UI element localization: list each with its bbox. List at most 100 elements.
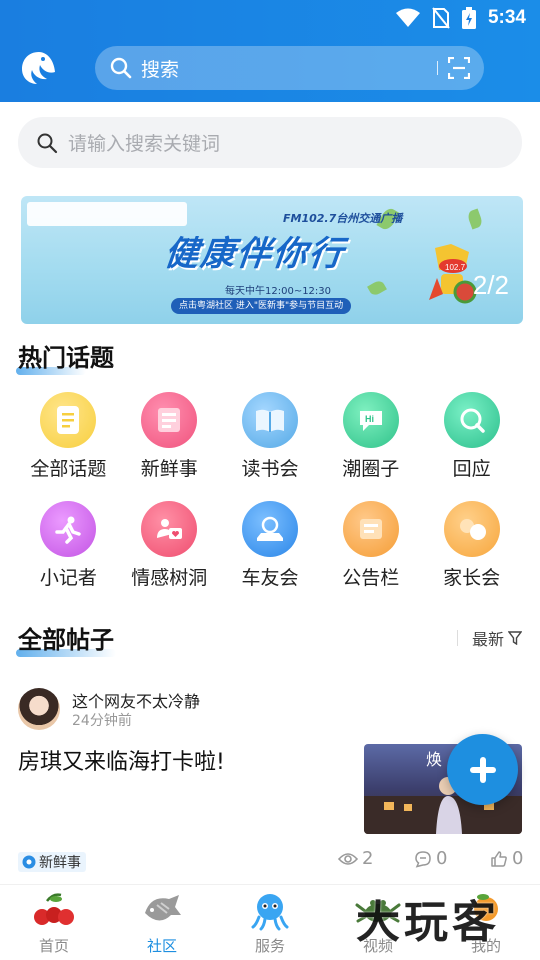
battery-charging-icon bbox=[461, 7, 476, 29]
banner-notice: 点击粤湖社区 进入"医新事"参与节目互动 bbox=[171, 298, 352, 314]
search-icon bbox=[110, 57, 132, 79]
post-tag[interactable]: 新鲜事 bbox=[18, 852, 86, 872]
nav-community[interactable]: 社区 bbox=[108, 885, 216, 960]
topic-parents[interactable]: 家长会 bbox=[421, 501, 522, 590]
topic-bubble bbox=[241, 392, 298, 448]
comments-stat[interactable]: 0 bbox=[414, 848, 447, 869]
topic-car-club[interactable]: 车友会 bbox=[220, 501, 321, 590]
views-count: 2 bbox=[362, 848, 374, 869]
divider bbox=[437, 61, 438, 75]
eye-icon bbox=[338, 852, 358, 865]
banner-frequency: FM102.7台州交通广播 bbox=[283, 212, 403, 225]
new-post-button[interactable] bbox=[447, 734, 518, 805]
family-icon bbox=[459, 519, 486, 540]
banner-schedule: 每天中午12:00~12:30 bbox=[225, 286, 332, 297]
mascot-icon: 102.7 bbox=[429, 244, 477, 304]
post-title[interactable]: 房琪又来临海打卡啦! bbox=[18, 744, 225, 776]
topic-trend-circle[interactable]: Hi 潮圈子 bbox=[320, 392, 421, 481]
announcement-icon bbox=[359, 519, 382, 539]
banner-slogan: 健康伴你行 bbox=[162, 234, 347, 274]
topic-news[interactable]: 新鲜事 bbox=[119, 392, 220, 481]
nav-home[interactable]: 首页 bbox=[0, 885, 108, 960]
topic-label: 家长会 bbox=[443, 567, 501, 589]
plus-icon bbox=[469, 756, 496, 783]
thumbs-up-icon bbox=[491, 850, 507, 867]
news-icon bbox=[158, 408, 181, 432]
topic-bubble bbox=[443, 501, 500, 557]
views-stat: 2 bbox=[338, 848, 373, 869]
topic-label: 潮圈子 bbox=[342, 458, 400, 480]
sponsor-logos bbox=[27, 202, 187, 226]
cherries-icon bbox=[34, 893, 74, 925]
svg-text:Hi: Hi bbox=[365, 414, 374, 424]
topic-bulletin[interactable]: 公告栏 bbox=[320, 501, 421, 590]
comment-icon bbox=[415, 850, 431, 868]
leaf-decoration bbox=[466, 208, 484, 230]
scan-icon[interactable] bbox=[448, 57, 470, 79]
no-sim-icon bbox=[432, 7, 450, 29]
banner-page-indicator: 2/2 bbox=[472, 270, 509, 300]
nav-label: 首页 bbox=[38, 937, 69, 955]
search-placeholder: 请输入搜索关键词 bbox=[68, 133, 221, 155]
heart-chat-icon bbox=[157, 519, 183, 539]
reply-icon bbox=[460, 408, 485, 433]
topic-tree-hole[interactable]: 情感树洞 bbox=[119, 501, 220, 590]
topic-label: 新鲜事 bbox=[140, 458, 198, 480]
hot-topics-title: 热门话题 bbox=[16, 338, 114, 375]
topic-bubble bbox=[241, 501, 298, 557]
clock: 5:34 bbox=[487, 7, 526, 28]
topics-grid: 全部话题 新鲜事 读书会 Hi 潮圈子 回应 小记者 情感树洞 车友会 公告栏 … bbox=[18, 392, 522, 590]
status-bar: 5:34 bbox=[395, 6, 526, 30]
topic-book-club[interactable]: 读书会 bbox=[220, 392, 321, 481]
topic-bubble bbox=[40, 501, 97, 557]
nav-label: 社区 bbox=[146, 937, 177, 955]
topic-all[interactable]: 全部话题 bbox=[18, 392, 119, 481]
fish-icon bbox=[145, 895, 181, 921]
post-time: 24分钟前 bbox=[72, 713, 132, 729]
nav-label: 服务 bbox=[254, 937, 285, 955]
likes-count: 0 bbox=[512, 848, 524, 869]
comments-count: 0 bbox=[436, 848, 448, 869]
avatar[interactable] bbox=[18, 688, 60, 730]
runner-icon bbox=[55, 516, 82, 544]
document-icon bbox=[57, 406, 80, 434]
topic-label: 公告栏 bbox=[342, 567, 400, 589]
topic-bubble bbox=[342, 501, 399, 557]
topic-label: 全部话题 bbox=[30, 458, 107, 480]
book-icon bbox=[255, 409, 284, 432]
topic-bubble bbox=[443, 392, 500, 448]
topic-reporter[interactable]: 小记者 bbox=[18, 501, 119, 590]
leaf-decoration bbox=[367, 278, 387, 298]
sort-dropdown[interactable]: 最新 bbox=[456, 626, 522, 650]
svg-text:102.7: 102.7 bbox=[445, 263, 466, 272]
search-icon bbox=[37, 133, 58, 153]
thumbnail-caption: 焕 bbox=[426, 750, 443, 769]
chat-hi-icon: Hi bbox=[359, 411, 382, 431]
topic-bubble bbox=[40, 392, 97, 448]
topic-label: 读书会 bbox=[241, 458, 299, 480]
topic-label: 小记者 bbox=[39, 567, 97, 589]
keyword-search-input[interactable]: 请输入搜索关键词 bbox=[18, 117, 522, 168]
filter-icon bbox=[508, 631, 522, 645]
wifi-icon bbox=[395, 8, 420, 27]
topic-reply[interactable]: 回应 bbox=[421, 392, 522, 481]
promo-banner[interactable]: FM102.7台州交通广播 健康伴你行 每天中午12:00~12:30 点击粤湖… bbox=[21, 196, 523, 324]
post-author[interactable]: 这个网友不太冷静 bbox=[72, 688, 200, 712]
post-tag-label: 新鲜事 bbox=[39, 855, 81, 871]
tag-icon bbox=[22, 855, 36, 869]
header-search-bar[interactable]: 搜索 bbox=[95, 46, 484, 90]
likes-stat[interactable]: 0 bbox=[490, 848, 523, 869]
sort-label: 最新 bbox=[471, 630, 504, 649]
app-logo-icon[interactable] bbox=[20, 50, 58, 86]
topic-bubble bbox=[141, 501, 198, 557]
all-posts-title: 全部帖子 bbox=[16, 620, 116, 657]
car-icon bbox=[256, 516, 283, 541]
octopus-icon bbox=[251, 894, 289, 931]
topic-bubble bbox=[141, 392, 198, 448]
nav-services[interactable]: 服务 bbox=[216, 885, 324, 960]
hot-topics-title-text: 热门话题 bbox=[18, 344, 114, 372]
divider bbox=[456, 630, 458, 646]
watermark: 大玩客 bbox=[356, 897, 500, 948]
topic-label: 回应 bbox=[452, 458, 491, 480]
topic-bubble: Hi bbox=[342, 392, 399, 448]
